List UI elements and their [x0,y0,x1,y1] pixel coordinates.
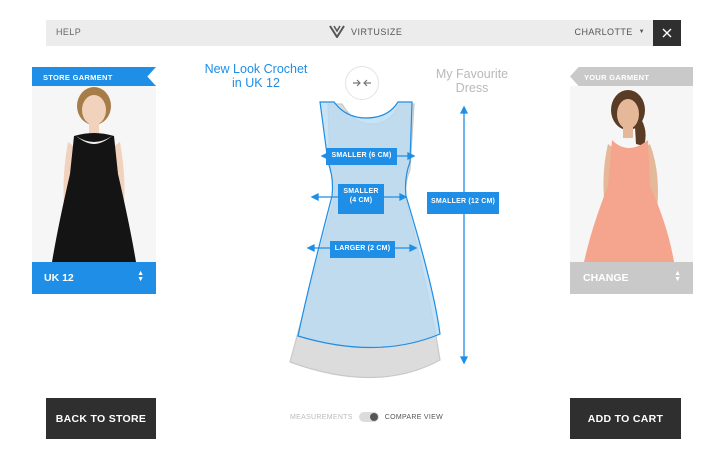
waist-measurement-line1: SMALLER [343,188,379,195]
user-name: CHARLOTTE [574,27,633,37]
change-garment-select[interactable]: CHANGE ▲ ▼ [570,262,693,294]
user-menu[interactable]: CHARLOTTE ▼ [575,27,645,37]
hip-measurement-text: LARGER (2 CM) [334,245,391,252]
hip-measurement-label: LARGER (2 CM) [330,241,395,258]
store-garment-title-line1: New Look Crochet [204,62,308,76]
change-label: CHANGE [583,272,629,284]
close-icon [662,28,672,38]
your-garment-title: My Favourite Dress [418,67,526,95]
your-garment-title-line1: My Favourite [435,67,509,81]
waist-measurement-label: SMALLER (4 CM) [338,184,384,214]
caret-down-icon: ▼ [638,29,645,35]
top-bar: HELP VIRTUSIZE CHARLOTTE ▼ [46,20,681,46]
updown-arrows-icon: ▲ ▼ [137,270,144,283]
brand-logo: VIRTUSIZE [329,25,402,38]
your-garment-flag: YOUR GARMENT [570,67,693,86]
your-garment-label: YOUR GARMENT [584,73,650,82]
length-measurement-text: SMALLER (12 CM) [430,198,496,205]
brand-name: VIRTUSIZE [351,26,403,37]
add-to-cart-button[interactable]: ADD TO CART [570,398,681,439]
compare-view-option[interactable]: COMPARE VIEW [385,414,443,421]
toggle-knob [369,413,378,421]
updown-arrows-icon: ▲ ▼ [674,270,681,283]
close-button[interactable] [653,20,681,46]
chest-measurement-label: SMALLER (6 CM) [326,148,397,165]
view-toggle-switch[interactable] [358,412,379,422]
overlay-compare-button[interactable] [345,66,379,100]
measurements-option[interactable]: MEASUREMENTS [290,414,353,421]
back-to-store-label: BACK TO STORE [55,412,147,425]
view-toggle: MEASUREMENTS COMPARE VIEW [290,412,443,422]
store-garment-title-line2: in UK 12 [232,76,280,90]
store-garment-flag: STORE GARMENT [32,67,156,86]
your-garment-photo [570,86,693,262]
store-garment-photo [32,86,156,262]
virtusize-logo-icon [329,25,345,38]
store-garment-title: New Look Crochet in UK 12 [196,62,316,90]
length-measurement-label: SMALLER (12 CM) [427,192,499,214]
back-to-store-button[interactable]: BACK TO STORE [46,398,156,439]
your-garment-title-line2: Dress [455,81,489,95]
add-to-cart-label: ADD TO CART [587,412,664,425]
store-dress-silhouette [297,101,441,349]
help-link[interactable]: HELP [56,27,81,37]
store-size-value: UK 12 [44,272,74,284]
compress-arrows-icon [353,79,371,87]
store-garment-label: STORE GARMENT [43,73,113,82]
store-size-select[interactable]: UK 12 ▲ ▼ [32,262,156,294]
chest-measurement-text: SMALLER (6 CM) [331,152,392,159]
waist-measurement-line2: (4 CM) [349,197,373,204]
